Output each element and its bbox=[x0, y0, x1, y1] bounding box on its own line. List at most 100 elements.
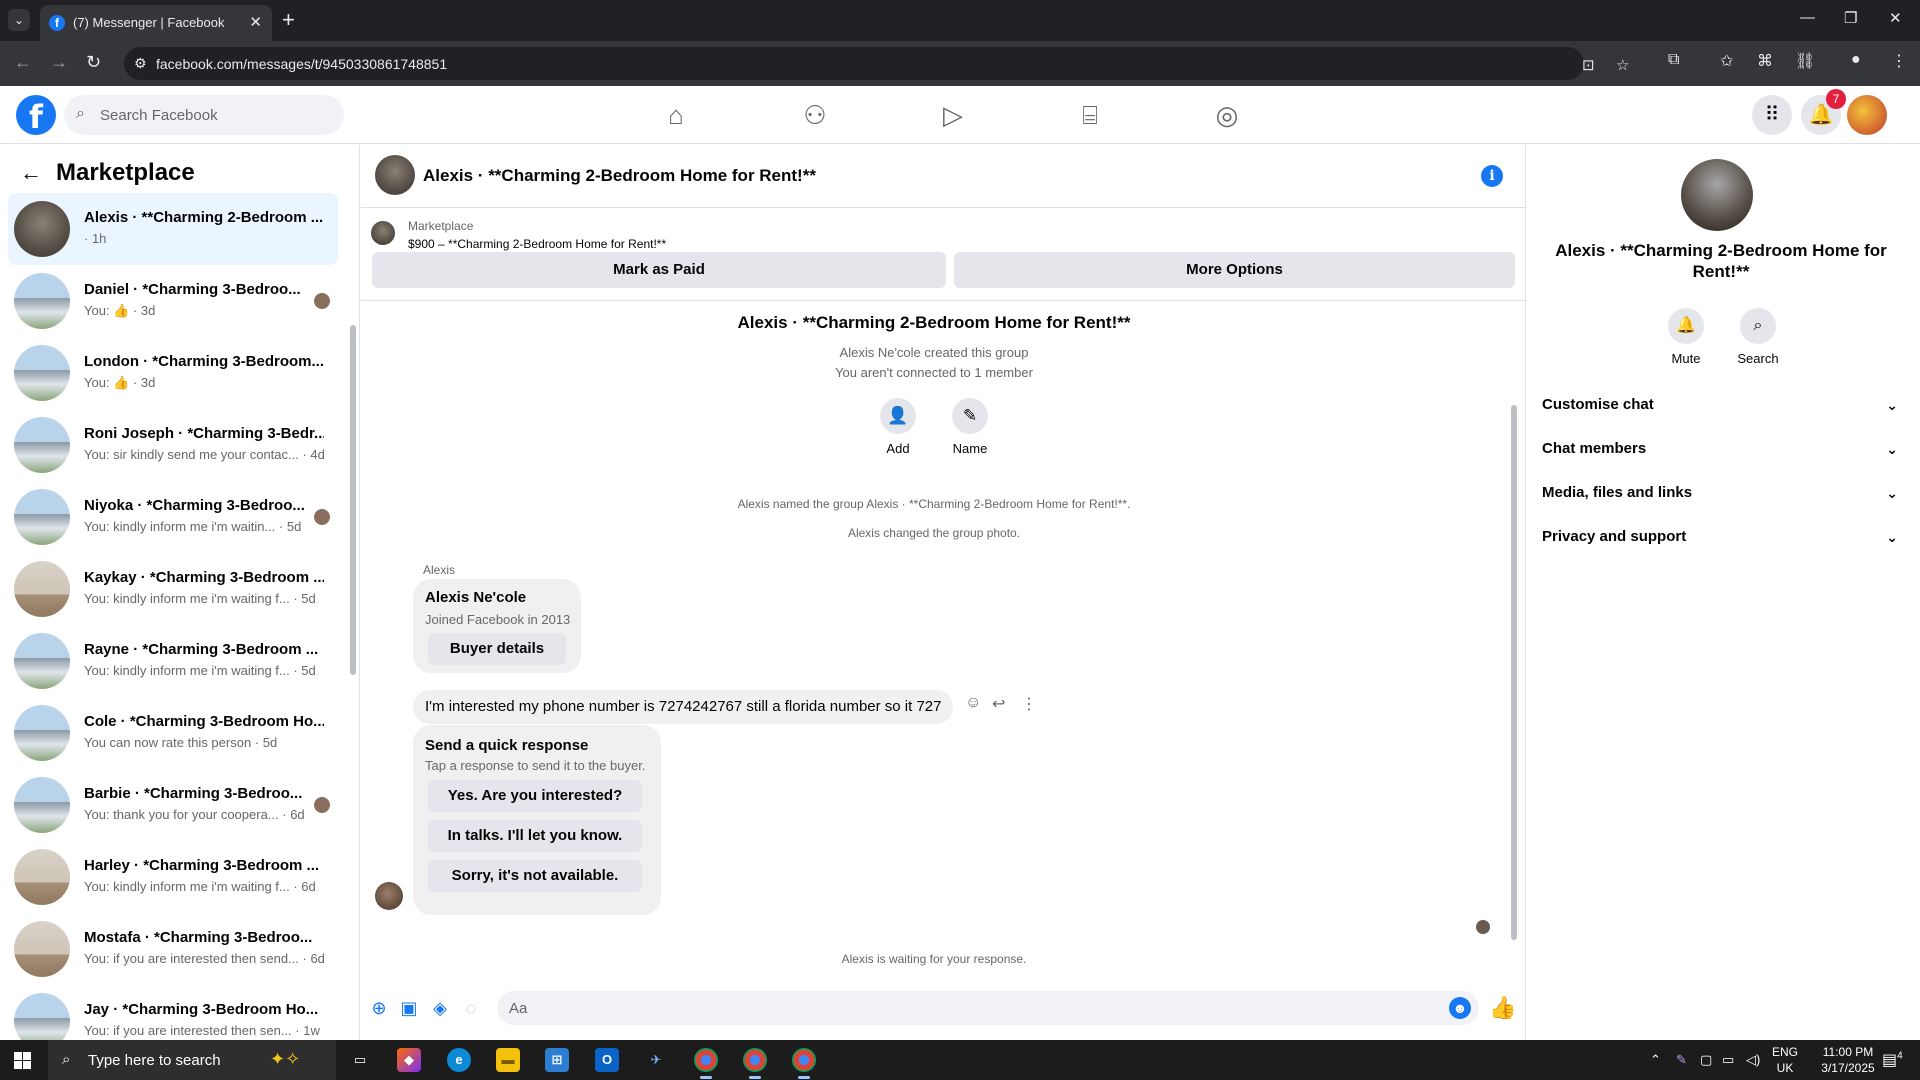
react-emoji-icon[interactable]: ☺ bbox=[965, 694, 981, 712]
conversation-scrollbar[interactable] bbox=[350, 325, 356, 675]
taskbar-search[interactable]: ⌕ Type here to search ✦✧ bbox=[48, 1040, 336, 1080]
listing-thumbnail[interactable] bbox=[371, 221, 395, 245]
conversation-item[interactable]: London · *Charming 3-Bedroom... You: 👍 · … bbox=[8, 337, 338, 409]
close-window-icon[interactable]: ✕ bbox=[1889, 9, 1902, 27]
conversation-item[interactable]: Niyoka · *Charming 3-Bedroo... You: kindl… bbox=[8, 481, 338, 553]
profile-icon[interactable]: ● bbox=[1851, 51, 1861, 69]
quick-reply-button[interactable]: Sorry, it's not available. bbox=[428, 860, 642, 892]
chat-scrollbar[interactable] bbox=[1511, 405, 1517, 940]
url-bar[interactable]: ⚙ facebook.com/messages/t/94503308617488… bbox=[124, 47, 1629, 80]
media-files-links-section[interactable]: Media, files and links ⌄ bbox=[1542, 473, 1902, 513]
back-arrow-icon[interactable]: ← bbox=[20, 160, 42, 185]
edge-icon[interactable]: e bbox=[447, 1048, 471, 1072]
file-explorer-icon[interactable]: ▬ bbox=[496, 1048, 520, 1072]
friends-icon[interactable]: ⚇ bbox=[798, 98, 832, 132]
restore-icon[interactable]: ❐ bbox=[1844, 9, 1857, 27]
chrome-icon[interactable] bbox=[743, 1048, 767, 1079]
language-indicator[interactable]: ENG UK bbox=[1772, 1044, 1798, 1076]
extensions-icon[interactable]: ⧉ bbox=[1668, 51, 1679, 69]
network-icon[interactable]: ▭ bbox=[1722, 1052, 1734, 1068]
add-member-action[interactable]: 👤 Add bbox=[868, 398, 928, 456]
search-placeholder[interactable]: Search Facebook bbox=[100, 107, 218, 124]
listing-description[interactable]: $900 – **Charming 2-Bedroom Home for Ren… bbox=[408, 237, 666, 251]
group-photo[interactable] bbox=[1681, 159, 1753, 231]
facebook-logo-icon[interactable]: f bbox=[16, 95, 56, 136]
back-icon[interactable]: ← bbox=[14, 52, 32, 73]
copilot-icon[interactable]: ◆ bbox=[397, 1048, 421, 1072]
close-tab-icon[interactable]: ✕ bbox=[249, 13, 262, 31]
chat-title[interactable]: Alexis · **Charming 2-Bedroom Home for R… bbox=[423, 166, 816, 186]
taskbar-search-placeholder[interactable]: Type here to search bbox=[88, 1052, 221, 1069]
device-icon[interactable]: ▢ bbox=[1700, 1052, 1712, 1068]
message-bubble[interactable]: I'm interested my phone number is 727424… bbox=[413, 690, 953, 724]
groups-icon[interactable]: ◎ bbox=[1210, 98, 1244, 132]
sender-avatar[interactable] bbox=[375, 882, 403, 910]
show-hidden-icons-icon[interactable]: ⌃ bbox=[1650, 1052, 1661, 1068]
conversation-item[interactable]: Roni Joseph · *Charming 3-Bedr... You: si… bbox=[8, 409, 338, 481]
notification-center-icon[interactable]: ▤4 bbox=[1882, 1050, 1903, 1070]
name-group-action[interactable]: ✎ Name bbox=[940, 398, 1000, 456]
volume-icon[interactable]: ◁) bbox=[1746, 1052, 1760, 1068]
bookmark-star-icon[interactable]: ☆ bbox=[1616, 56, 1629, 74]
chat-members-section[interactable]: Chat members ⌄ bbox=[1542, 429, 1902, 469]
marketplace-icon[interactable]: ⌸ bbox=[1073, 98, 1107, 132]
search-action[interactable]: ⌕ Search bbox=[1728, 308, 1788, 366]
conversation-item[interactable]: Jay · *Charming 3-Bedroom Ho... You: if y… bbox=[8, 985, 338, 1040]
minimize-icon[interactable]: — bbox=[1800, 9, 1815, 26]
url-text[interactable]: facebook.com/messages/t/9450330861748851 bbox=[156, 56, 447, 72]
gif-icon[interactable]: ◌ bbox=[460, 997, 482, 1019]
conversation-item[interactable]: Daniel · *Charming 3-Bedroo... You: 👍 · 3… bbox=[8, 265, 338, 337]
account-avatar[interactable] bbox=[1847, 95, 1887, 135]
image-icon[interactable]: ▣ bbox=[398, 997, 420, 1019]
more-actions-icon[interactable]: ⋮ bbox=[1021, 694, 1037, 714]
pen-icon[interactable]: ✎ bbox=[1676, 1052, 1687, 1068]
video-icon[interactable]: ▷ bbox=[936, 98, 970, 132]
customise-chat-section[interactable]: Customise chat ⌄ bbox=[1542, 385, 1902, 425]
message-placeholder[interactable]: Aa bbox=[509, 1000, 527, 1017]
plus-circle-icon[interactable]: ⊕ bbox=[368, 997, 390, 1019]
forward-icon[interactable]: → bbox=[50, 52, 68, 73]
site-info-icon[interactable]: ⚙ bbox=[134, 55, 147, 72]
reload-icon[interactable]: ↻ bbox=[86, 52, 101, 73]
bell-icon[interactable]: 🔔 bbox=[1668, 308, 1704, 344]
reply-icon[interactable]: ↩ bbox=[992, 694, 1005, 714]
emoji-icon[interactable]: ☻ bbox=[1449, 997, 1471, 1019]
pencil-icon[interactable]: ✎ bbox=[952, 398, 988, 434]
install-app-icon[interactable]: ⊡ bbox=[1582, 56, 1595, 74]
conversation-item[interactable]: Barbie · *Charming 3-Bedroo... You: thank… bbox=[8, 769, 338, 841]
chrome-icon[interactable] bbox=[694, 1048, 718, 1079]
browser-menu-icon[interactable]: ⋮ bbox=[1891, 51, 1907, 71]
app-icon[interactable]: ✈ bbox=[644, 1048, 668, 1072]
add-person-icon[interactable]: 👤 bbox=[880, 398, 916, 434]
taskbar-clock[interactable]: 11:00 PM 3/17/2025 bbox=[1816, 1044, 1880, 1076]
conversation-item[interactable]: Kaykay · *Charming 3-Bedroom ... You: kin… bbox=[8, 553, 338, 625]
sticker-icon[interactable]: ◈ bbox=[429, 997, 451, 1019]
search-icon[interactable]: ⌕ bbox=[1740, 308, 1776, 344]
task-view-icon[interactable]: ▭ bbox=[348, 1048, 372, 1072]
facebook-search[interactable]: ⌕ Search Facebook bbox=[64, 95, 344, 135]
conversation-item[interactable]: Cole · *Charming 3-Bedroom Ho... You can … bbox=[8, 697, 338, 769]
new-tab-icon[interactable]: + bbox=[282, 7, 295, 33]
outlook-icon[interactable]: O bbox=[595, 1048, 619, 1072]
thumbs-up-icon[interactable]: 👍 bbox=[1489, 997, 1516, 1019]
privacy-support-section[interactable]: Privacy and support ⌄ bbox=[1542, 517, 1902, 557]
browser-tab[interactable]: f (7) Messenger | Facebook ✕ bbox=[40, 5, 272, 41]
windows-start-icon[interactable] bbox=[14, 1052, 31, 1069]
link-icon[interactable]: ⛓ bbox=[1795, 51, 1815, 71]
chrome-icon[interactable] bbox=[792, 1048, 816, 1079]
bookmarks-icon[interactable]: ✩ bbox=[1720, 51, 1733, 71]
store-icon[interactable]: ⊞ bbox=[545, 1048, 569, 1072]
home-icon[interactable]: ⌂ bbox=[659, 98, 693, 132]
message-input[interactable]: Aa ☻ bbox=[497, 991, 1479, 1025]
conversation-item[interactable]: Mostafa · *Charming 3-Bedroo... You: if y… bbox=[8, 913, 338, 985]
buyer-details-button[interactable]: Buyer details bbox=[428, 633, 566, 665]
menu-grid-icon[interactable]: ⠿ bbox=[1752, 95, 1792, 135]
group-avatar[interactable] bbox=[375, 155, 415, 195]
conversation-item[interactable]: Harley · *Charming 3-Bedroom ... You: kin… bbox=[8, 841, 338, 913]
tab-search-icon[interactable]: ⌄ bbox=[8, 9, 30, 31]
translate-icon[interactable]: ⌘ bbox=[1757, 51, 1773, 71]
mute-action[interactable]: 🔔 Mute bbox=[1656, 308, 1716, 366]
conversation-item[interactable]: Alexis · **Charming 2-Bedroom ... · 1h bbox=[8, 193, 338, 265]
conversation-item[interactable]: Rayne · *Charming 3-Bedroom ... You: kind… bbox=[8, 625, 338, 697]
quick-reply-button[interactable]: In talks. I'll let you know. bbox=[428, 820, 642, 852]
